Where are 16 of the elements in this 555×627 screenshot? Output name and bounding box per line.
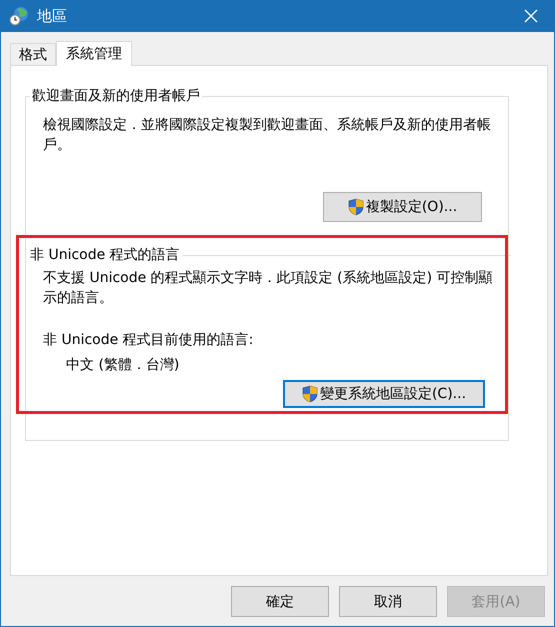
shield-icon (348, 198, 364, 216)
settings-button[interactable]: 複製設定(O)... (323, 192, 482, 222)
shield-icon (302, 385, 318, 403)
field-label: 非 Unicode 程式目前使用的語言: (43, 331, 254, 350)
description-text: 檢視國際設定．並將國際設定複製到歡迎畫面、系統帳戶及新的使用者帳戶。 (43, 116, 492, 155)
group-title: 歡迎畫面及新的使用者帳戶 (30, 87, 202, 105)
globe-icon (9, 6, 29, 26)
description-text: 不支援 Unicode 的程式顯示文字時．此項設定 (系統地區設定) 可控制顯示的語言。 (43, 269, 494, 308)
tab[interactable]: 系統管理 (56, 41, 132, 66)
dialog-button[interactable]: 確定 (231, 586, 329, 617)
settings-button[interactable]: 變更系統地區設定(C)... (283, 380, 485, 408)
field-value: 中文 (繁體．台灣) (66, 356, 180, 375)
tab[interactable]: 格式 (10, 43, 56, 65)
group-title: 非 Unicode 程式的語言 (30, 246, 180, 264)
window-title: 地區 (37, 6, 68, 26)
dialog-button[interactable]: 取消 (339, 586, 437, 617)
